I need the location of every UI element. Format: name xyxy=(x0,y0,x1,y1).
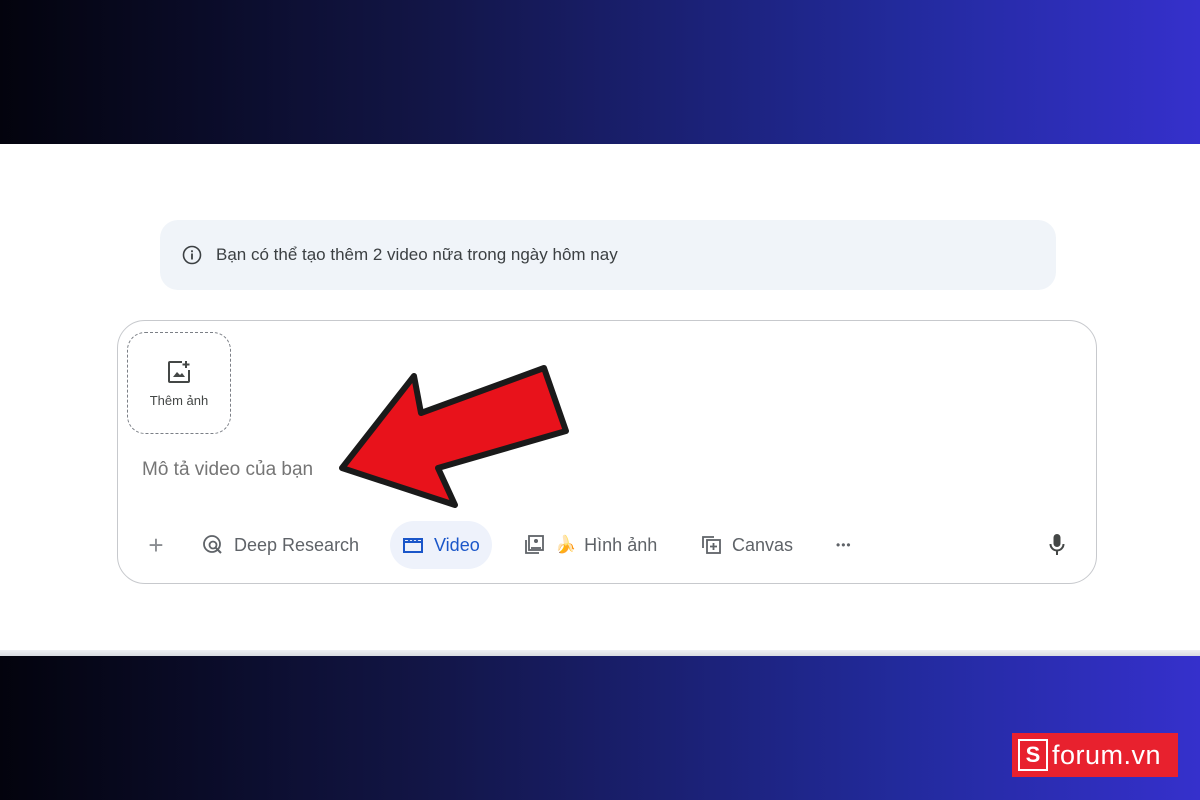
video-tool-label: Video xyxy=(434,534,480,555)
quota-notice-text: Bạn có thể tạo thêm 2 video nữa trong ng… xyxy=(216,245,618,264)
bottom-gradient-band xyxy=(0,656,1200,800)
prompt-input[interactable] xyxy=(142,459,742,481)
add-image-label: Thêm ảnh xyxy=(149,392,209,408)
deep-research-button[interactable]: Deep Research xyxy=(202,521,359,569)
add-image-icon xyxy=(166,359,192,385)
more-icon: ••• xyxy=(836,538,852,552)
canvas-tool-label: Canvas xyxy=(732,534,794,555)
banana-emoji-icon: 🍌 xyxy=(555,535,577,554)
canvas-tool-button[interactable]: Canvas xyxy=(700,521,793,569)
microphone-icon xyxy=(1049,534,1065,555)
image-tool-button[interactable]: 🍌 Hình ảnh xyxy=(523,521,657,569)
video-tool-button[interactable]: Video xyxy=(390,521,492,569)
quota-notice: Bạn có thể tạo thêm 2 video nữa trong ng… xyxy=(160,220,1056,290)
image-tool-label: Hình ảnh xyxy=(584,534,658,555)
plus-icon: + xyxy=(148,529,164,560)
microphone-button[interactable] xyxy=(1048,521,1076,569)
add-image-button[interactable]: Thêm ảnh xyxy=(127,332,231,434)
add-attachment-button[interactable]: + xyxy=(143,521,169,569)
deep-research-label: Deep Research xyxy=(234,534,360,555)
prompt-composer: Thêm ảnh + Deep Research Video xyxy=(117,320,1097,584)
canvas-icon xyxy=(702,536,721,554)
more-tools-button[interactable]: ••• xyxy=(836,521,852,569)
info-icon xyxy=(182,245,202,265)
sforum-logo-icon: S xyxy=(1018,739,1048,771)
image-gallery-icon xyxy=(525,535,544,554)
composer-toolbar: + Deep Research Video 🍌 Hình ảnh Canvas … xyxy=(118,521,1096,571)
top-gradient-band xyxy=(0,0,1200,144)
deep-research-icon xyxy=(203,535,222,554)
sforum-watermark: S forum.vn xyxy=(1012,733,1178,777)
watermark-text: forum.vn xyxy=(1052,739,1162,770)
video-icon xyxy=(403,538,423,553)
